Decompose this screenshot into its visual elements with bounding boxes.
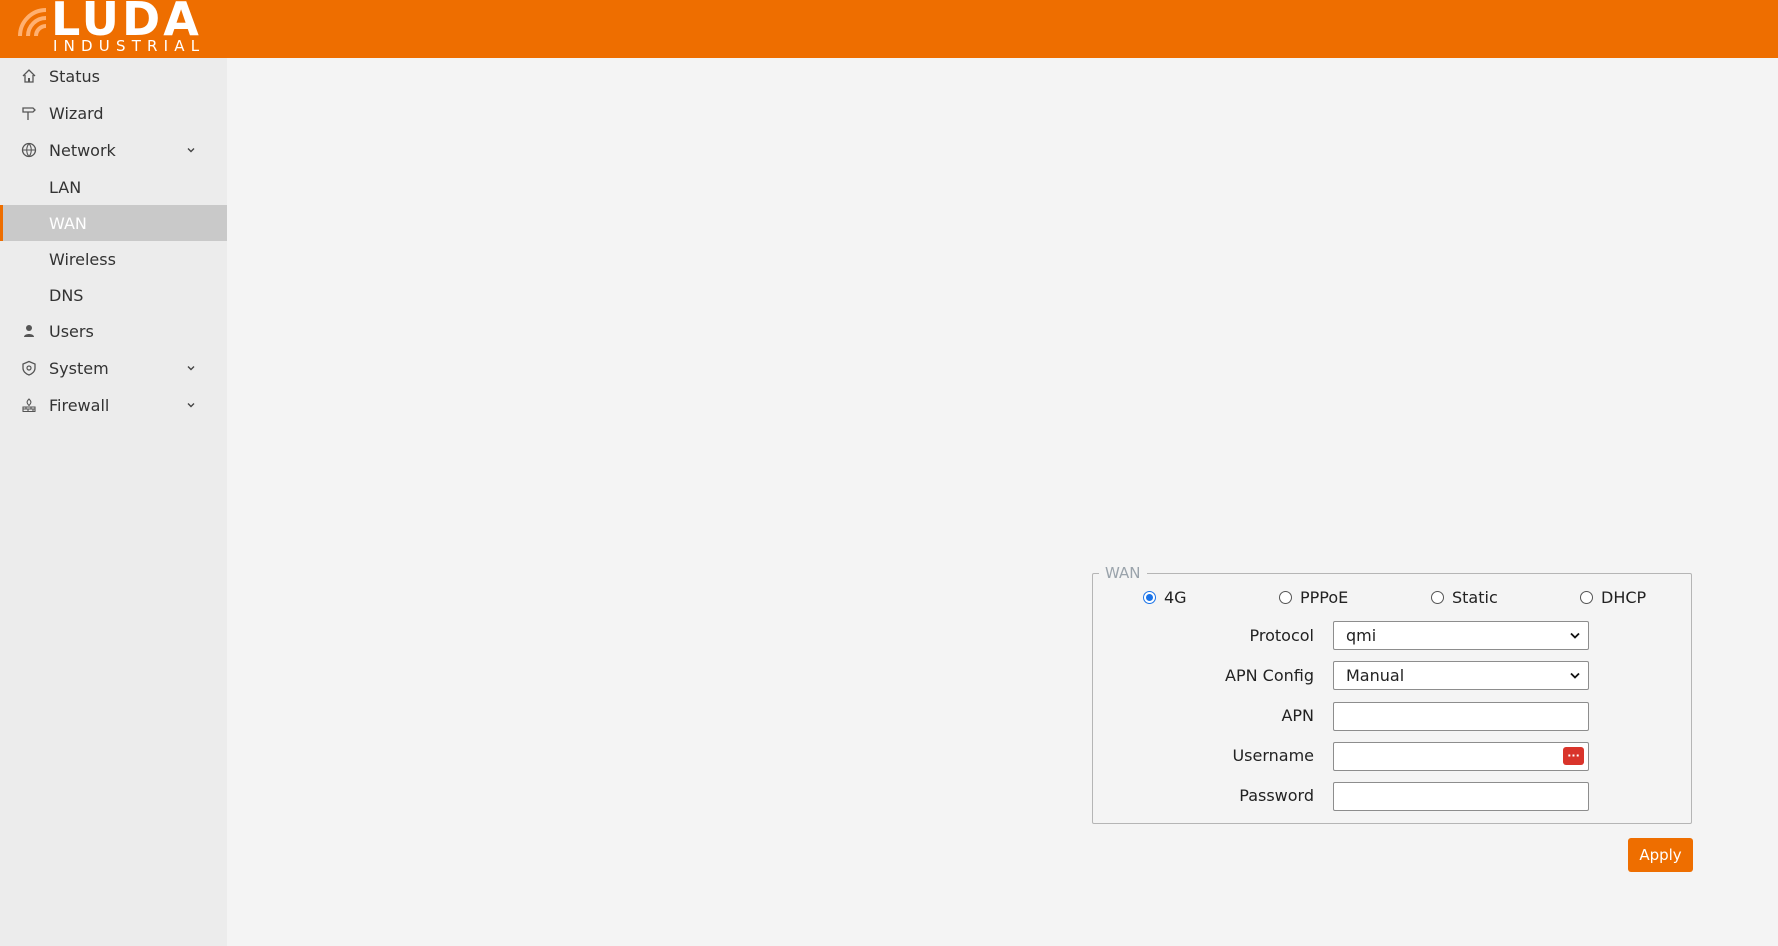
sidebar-item-label: Wizard (49, 103, 104, 123)
sidebar-item-label: Wireless (49, 249, 116, 269)
radio-button[interactable] (1143, 590, 1156, 604)
apply-button[interactable]: Apply (1628, 838, 1693, 872)
sidebar-item-wan[interactable]: WAN (0, 205, 227, 241)
top-bar: LUDA INDUSTRIAL (0, 0, 1778, 58)
chevron-down-icon (187, 403, 195, 408)
home-icon (20, 67, 38, 85)
radio-button[interactable] (1580, 590, 1593, 604)
apn-config-value: Manual (1346, 666, 1405, 685)
radio-label: 4G (1164, 587, 1187, 607)
sidebar-item-wireless[interactable]: Wireless (0, 241, 227, 277)
wan-legend: WAN (1099, 563, 1147, 583)
sidebar-item-label: WAN (49, 213, 87, 233)
apn-config-select[interactable]: Manual (1333, 661, 1589, 690)
sidebar-item-label: Users (49, 321, 94, 341)
mode-pppoe-radio[interactable]: PPPoE (1279, 586, 1348, 608)
sidebar-item-lan[interactable]: LAN (0, 169, 227, 205)
sidebar-item-dns[interactable]: DNS (0, 277, 227, 313)
sidebar-item-wizard[interactable]: Wizard (0, 95, 227, 131)
radio-label: DHCP (1601, 587, 1647, 607)
chevron-down-icon (187, 148, 195, 153)
radio-button[interactable] (1431, 590, 1444, 604)
chevron-down-icon (1570, 672, 1580, 679)
user-icon (20, 322, 38, 340)
chevron-down-icon (1570, 632, 1580, 639)
mode-4g-radio[interactable]: 4G (1143, 586, 1187, 608)
sidebar-item-label: System (49, 358, 109, 378)
brand-subtitle: INDUSTRIAL (53, 37, 206, 55)
apn-config-label: APN Config (1225, 666, 1314, 685)
brand-name: LUDA (51, 0, 202, 46)
mode-dhcp-radio[interactable]: DHCP (1580, 586, 1646, 608)
protocol-label: Protocol (1249, 626, 1314, 645)
globe-icon (20, 141, 38, 159)
username-input[interactable] (1333, 742, 1589, 771)
signal-arcs-icon (18, 8, 47, 37)
mode-static-radio[interactable]: Static (1431, 586, 1498, 608)
sidebar-item-label: Status (49, 66, 100, 86)
sidebar-item-label: Firewall (49, 395, 110, 415)
sidebar: Status Wizard Network LAN WAN Wireless D… (0, 58, 227, 946)
sidebar-item-status[interactable]: Status (0, 58, 227, 94)
sidebar-item-label: Network (49, 140, 116, 160)
shield-icon (20, 359, 38, 377)
brand-logo[interactable]: LUDA INDUSTRIAL (16, 0, 226, 56)
sidebar-item-label: LAN (49, 177, 82, 197)
radio-button[interactable] (1279, 590, 1292, 604)
sidebar-item-users[interactable]: Users (0, 313, 227, 349)
sidebar-item-label: DNS (49, 285, 84, 305)
protocol-select[interactable]: qmi (1333, 621, 1589, 650)
firewall-icon (20, 396, 38, 414)
password-manager-icon[interactable]: ··· (1563, 747, 1584, 765)
apn-input[interactable] (1333, 702, 1589, 731)
signpost-icon (20, 104, 38, 122)
chevron-down-icon (187, 366, 195, 371)
protocol-value: qmi (1346, 626, 1377, 645)
username-label: Username (1232, 746, 1314, 765)
sidebar-item-firewall[interactable]: Firewall (0, 387, 227, 423)
sidebar-item-network[interactable]: Network (0, 132, 227, 168)
password-input[interactable] (1333, 782, 1589, 811)
apn-label: APN (1281, 706, 1314, 725)
radio-label: PPPoE (1300, 587, 1349, 607)
radio-label: Static (1452, 587, 1498, 607)
sidebar-item-system[interactable]: System (0, 350, 227, 386)
password-label: Password (1239, 786, 1314, 805)
